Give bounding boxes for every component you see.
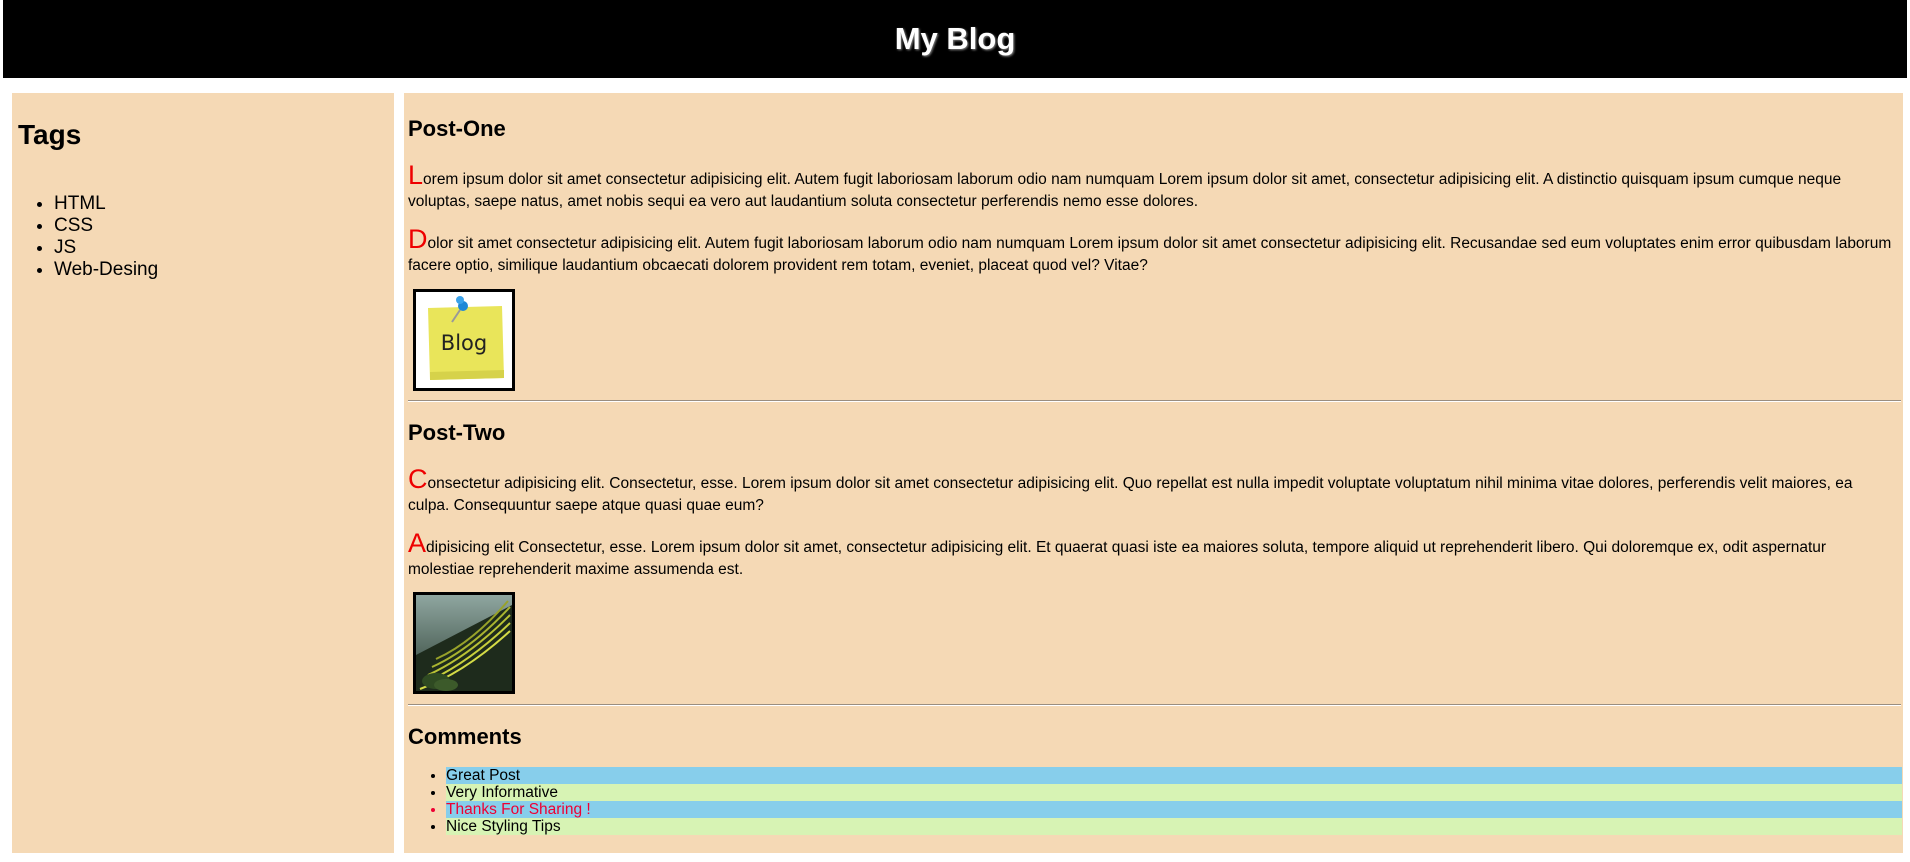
comment-item: Very Informative	[446, 784, 1902, 801]
comment-text: Thanks For Sharing !	[446, 801, 1902, 818]
tag-list: HTML CSS JS Web-Desing	[12, 193, 158, 281]
comment-item: Thanks For Sharing !	[446, 801, 1902, 818]
post-paragraph: Adipisicing elit Consectetur, esse. Lore…	[408, 530, 1896, 581]
sticky-note-label: Blog	[441, 331, 487, 355]
comment-list: Great Post Very Informative Thanks For S…	[416, 767, 1902, 835]
comment-text: Nice Styling Tips	[446, 818, 1902, 835]
drop-cap: D	[408, 224, 428, 254]
comment-item: Great Post	[446, 767, 1902, 784]
drop-cap: C	[408, 464, 428, 494]
drop-cap: A	[408, 528, 427, 558]
post-title: Post-One	[408, 116, 506, 141]
paragraph-text: dipisicing elit Consectetur, esse. Lorem…	[408, 539, 1827, 578]
tags-heading: Tags	[18, 119, 82, 150]
drop-cap: L	[408, 160, 424, 190]
comment-text: Very Informative	[446, 784, 1902, 801]
tag-item[interactable]: HTML	[54, 193, 158, 215]
paragraph-text: orem ipsum dolor sit amet consectetur ad…	[408, 171, 1842, 210]
sidebar: Tags HTML CSS JS Web-Desing	[12, 93, 394, 853]
main-content: Post-One Lorem ipsum dolor sit amet cons…	[404, 93, 1903, 853]
terraced-stairs-photo	[413, 592, 515, 694]
tag-item[interactable]: CSS	[54, 215, 158, 237]
post-title: Post-Two	[408, 420, 506, 445]
tag-item[interactable]: JS	[54, 237, 158, 259]
blog-sticky-note-image: Blog	[413, 289, 515, 391]
post-divider	[408, 704, 1901, 706]
comment-text: Great Post	[446, 767, 1902, 784]
landscape-image-icon	[416, 595, 512, 691]
paragraph-text: olor sit amet consectetur adipisicing el…	[408, 235, 1892, 274]
comments-heading: Comments	[408, 724, 522, 749]
comment-item: Nice Styling Tips	[446, 818, 1902, 835]
post-paragraph: Lorem ipsum dolor sit amet consectetur a…	[408, 162, 1896, 213]
site-header: My Blog	[3, 0, 1907, 78]
post-paragraph: Dolor sit amet consectetur adipisicing e…	[408, 226, 1896, 277]
sticky-note-icon: Blog	[416, 292, 512, 388]
post-divider	[408, 400, 1901, 402]
post-paragraph: Consectetur adipisicing elit. Consectetu…	[408, 466, 1896, 517]
site-title: My Blog	[894, 21, 1016, 56]
tag-item[interactable]: Web-Desing	[54, 259, 158, 281]
paragraph-text: onsectetur adipisicing elit. Consectetur…	[408, 475, 1853, 514]
